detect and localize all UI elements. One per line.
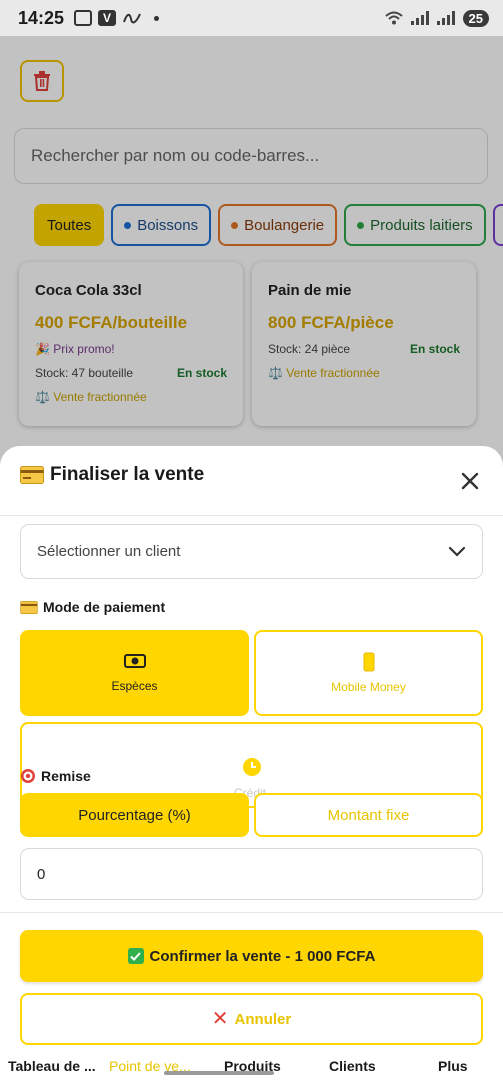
cancel-button[interactable]: ✕ Annuler — [20, 993, 483, 1045]
screenshot-icon — [74, 10, 93, 26]
payment-mobile-label: Mobile Money — [331, 680, 406, 694]
discount-percent-button[interactable]: Pourcentage (%) — [20, 793, 249, 837]
nav-item-dashboard[interactable]: Tableau de ... — [8, 1058, 96, 1074]
payment-cash-button[interactable]: Espèces — [20, 630, 249, 716]
discount-label-text: Remise — [41, 768, 91, 784]
signature-icon — [123, 13, 141, 24]
battery-indicator: 25 — [462, 9, 489, 27]
clock-icon — [243, 758, 261, 776]
discount-amount-input[interactable]: 0 — [20, 848, 483, 900]
close-button[interactable] — [457, 468, 483, 494]
discount-fixed-button[interactable]: Montant fixe — [254, 793, 483, 837]
sheet-title-text: Finaliser la vente — [50, 464, 205, 485]
payment-mobile-money-button[interactable]: Mobile Money — [254, 630, 483, 716]
close-icon — [461, 472, 479, 490]
confirm-sale-button[interactable]: Confirmer la vente - 1 000 FCFA — [20, 930, 483, 982]
phone-icon — [363, 652, 374, 672]
status-bar: 14:25 V 25 — [0, 0, 503, 36]
nav-item-clients[interactable]: Clients — [329, 1058, 376, 1074]
discount-label: Remise — [20, 768, 91, 784]
cancel-label: Annuler — [234, 1010, 292, 1028]
clock: 14:25 — [18, 7, 65, 28]
checkout-sheet: Finaliser la vente Sélectionner un clien… — [0, 446, 503, 1080]
cross-icon: ✕ — [211, 1008, 229, 1030]
credit-card-icon — [20, 600, 38, 614]
sheet-header: Finaliser la vente — [0, 446, 503, 516]
chevron-down-icon — [448, 546, 466, 557]
client-select[interactable]: Sélectionner un client — [20, 524, 483, 579]
client-select-value: Sélectionner un client — [37, 543, 181, 560]
signal-icon — [410, 11, 429, 25]
confirm-sale-label: Confirmer la vente - 1 000 FCFA — [149, 947, 376, 965]
notification-icons: V — [74, 10, 160, 26]
more-dot-icon — [154, 15, 160, 21]
nav-item-plus[interactable]: Plus — [438, 1058, 468, 1074]
bottom-nav: Tableau de ... Point de ve... Produits C… — [0, 1056, 503, 1080]
wifi-icon — [384, 11, 403, 25]
payment-cash-label: Espèces — [111, 679, 158, 693]
cash-icon — [123, 654, 146, 668]
home-indicator[interactable] — [164, 1071, 274, 1075]
divider — [0, 912, 503, 913]
system-icons: 25 — [384, 9, 489, 27]
sheet-title: Finaliser la vente — [20, 464, 204, 486]
target-icon — [21, 769, 35, 783]
check-icon — [127, 948, 144, 964]
payment-mode-label: Mode de paiement — [20, 599, 165, 615]
credit-card-icon — [20, 466, 44, 484]
app-v-icon: V — [98, 10, 117, 26]
signal-icon-2 — [436, 11, 455, 25]
payment-mode-text: Mode de paiement — [43, 599, 166, 615]
